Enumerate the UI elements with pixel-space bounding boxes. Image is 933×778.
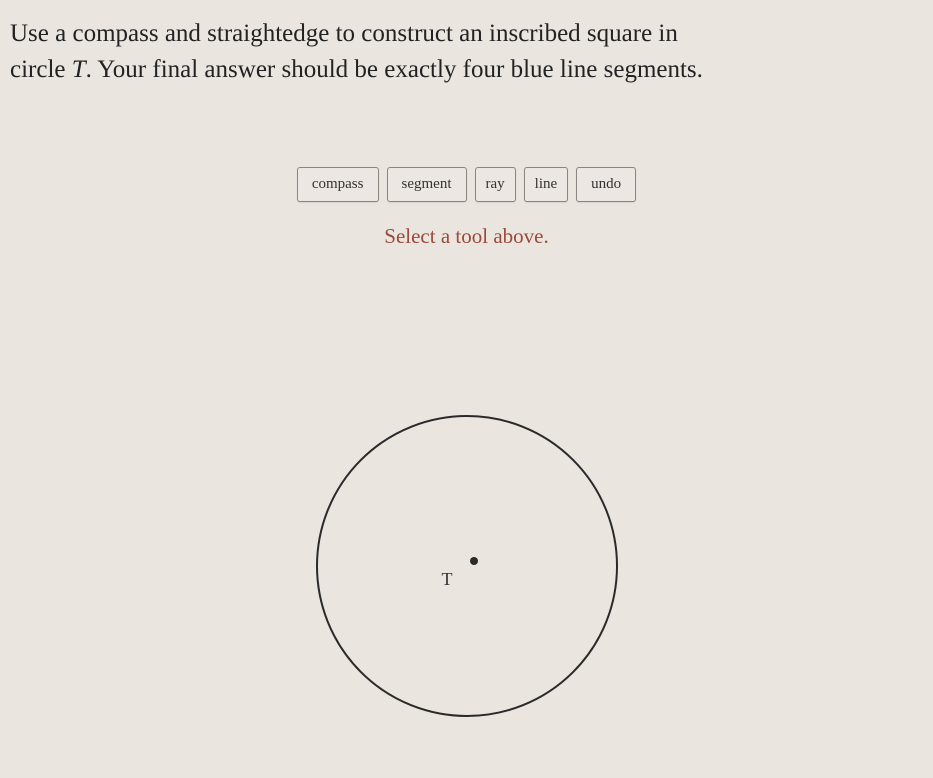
instruction-text-line2-pre: circle [10,56,72,83]
construction-canvas[interactable]: T [0,249,933,729]
circle-variable: T [72,56,86,83]
center-label: T [442,569,453,590]
center-point[interactable] [470,557,478,565]
circle-figure: T [312,411,622,721]
problem-instructions: Use a compass and straightedge to constr… [0,0,933,89]
instruction-text-line2-post: . Your final answer should be exactly fo… [86,56,703,83]
instruction-text-line1: Use a compass and straightedge to constr… [10,20,678,47]
circle-svg [312,411,622,721]
construction-toolbar: compass segment ray line undo [0,167,933,202]
line-button[interactable]: line [524,167,569,202]
segment-button[interactable]: segment [387,167,467,202]
tool-hint: Select a tool above. [0,224,933,249]
undo-button[interactable]: undo [576,167,636,202]
ray-button[interactable]: ray [475,167,516,202]
compass-button[interactable]: compass [297,167,379,202]
circle-outline [317,416,617,716]
